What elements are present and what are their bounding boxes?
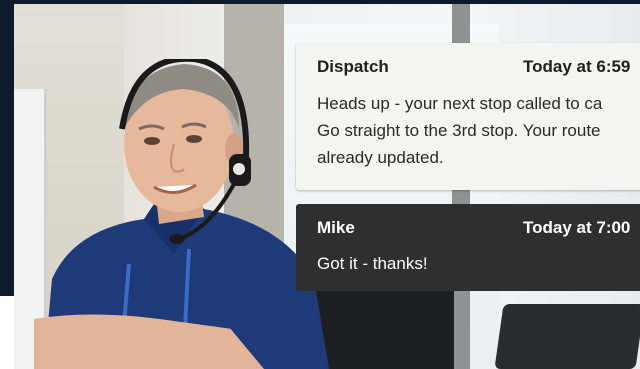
right-monitor xyxy=(494,304,640,369)
message-body: Heads up - your next stop called to ca G… xyxy=(317,90,602,171)
top-edge-bar xyxy=(0,0,640,4)
message-line: Go straight to the 3rd stop. Your route xyxy=(317,121,601,140)
reply-message-card: Mike Today at 7:00 Got it - thanks! xyxy=(296,204,640,291)
dispatch-message-card: Dispatch Today at 6:59 Heads up - your n… xyxy=(296,43,640,190)
message-line: Heads up - your next stop called to ca xyxy=(317,94,603,113)
left-edge-bar xyxy=(0,0,14,300)
message-line: already updated. xyxy=(317,148,444,167)
message-body: Got it - thanks! xyxy=(317,250,428,277)
message-timestamp: Today at 6:59 xyxy=(523,57,631,76)
message-sender: Dispatch xyxy=(317,57,389,76)
left-edge-white xyxy=(0,296,14,369)
message-line: Got it - thanks! xyxy=(317,254,428,273)
hero-image-frame: Dispatch Today at 6:59 Heads up - your n… xyxy=(0,0,640,369)
message-timestamp: Today at 7:00 xyxy=(523,218,631,237)
message-sender: Mike xyxy=(317,218,355,237)
